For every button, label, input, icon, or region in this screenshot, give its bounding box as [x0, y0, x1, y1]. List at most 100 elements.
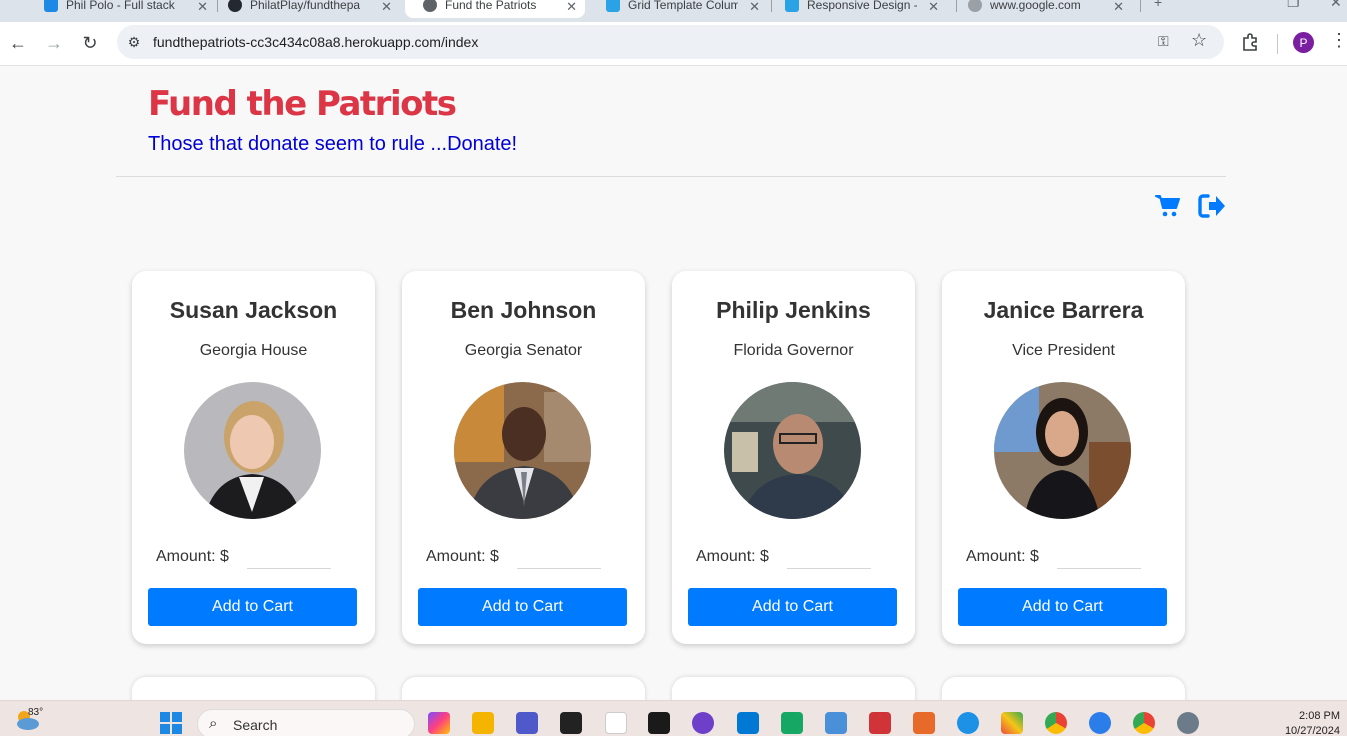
amount-label: Amount: $ [156, 548, 229, 565]
amount-input[interactable] [247, 547, 331, 569]
teams-icon[interactable] [516, 712, 538, 734]
system-clock[interactable]: 2:08 PM 10/27/2024 [1270, 709, 1340, 736]
notepad-icon[interactable] [825, 712, 847, 734]
tab-5[interactable]: Responsive Design - ✕ [767, 0, 947, 18]
sheets-icon[interactable] [781, 712, 803, 734]
close-icon[interactable]: ✕ [749, 0, 760, 15]
restore-icon[interactable]: ❐ [1287, 0, 1300, 11]
amount-label: Amount: $ [696, 548, 769, 565]
tab-3-title: Fund the Patriots [445, 0, 537, 12]
candidate-card: Philip Jenkins Florida Governor Amount: … [672, 271, 915, 644]
tab-6-title: www.google.com [990, 0, 1081, 12]
weather-temperature: 83° [28, 707, 44, 718]
close-icon[interactable]: ✕ [566, 0, 577, 15]
shopping-cart-icon[interactable] [1155, 193, 1181, 219]
logout-icon[interactable] [1198, 193, 1226, 219]
chrome-icon[interactable] [1045, 712, 1067, 734]
app-blue-icon[interactable] [1089, 712, 1111, 734]
tab-5-title: Responsive Design - [807, 0, 917, 12]
tab-3-active[interactable]: Fund the Patriots ✕ [405, 0, 585, 18]
new-tab-icon[interactable]: + [1154, 0, 1162, 10]
candidate-card: Ben Johnson Georgia Senator Amount: $ Ad… [402, 271, 645, 644]
forward-arrow-icon[interactable]: → [42, 31, 66, 55]
profile-avatar[interactable]: P [1293, 32, 1314, 53]
amount-label: Amount: $ [426, 548, 499, 565]
tab-1[interactable]: Phil Polo - Full stack ✕ [26, 0, 216, 18]
candidate-photo [994, 382, 1131, 519]
site-title: Fund the Patriots [148, 84, 457, 124]
amount-input[interactable] [787, 547, 871, 569]
url-text[interactable]: fundthepatriots-cc3c434c08a8.herokuapp.c… [153, 34, 478, 50]
menu-dots-icon[interactable]: ⋮ [1330, 30, 1347, 51]
add-to-cart-button[interactable]: Add to Cart [418, 588, 627, 626]
chrome-icon[interactable] [1133, 712, 1155, 734]
intellij-icon[interactable] [648, 712, 670, 734]
portfolio-favicon-icon [44, 0, 58, 12]
candidate-name: Ben Johnson [450, 297, 597, 323]
github-icon [228, 0, 242, 12]
taskbar-search-label: Search [233, 717, 278, 733]
git-icon[interactable] [1001, 712, 1023, 734]
terminal-icon[interactable] [560, 712, 582, 734]
copilot-icon[interactable] [428, 712, 450, 734]
close-icon[interactable]: ✕ [197, 0, 208, 15]
browser-toolbar: ← → ↻ ⚙ fundthepatriots-cc3c434c08a8.her… [0, 22, 1347, 66]
docker-icon[interactable] [957, 712, 979, 734]
close-icon[interactable]: ✕ [928, 0, 939, 15]
settings-app-icon[interactable] [869, 712, 891, 734]
windows-taskbar: 83° ⌕ Search 2:08 PM 10/27/2024 [0, 700, 1347, 736]
tab-4-title: Grid Template Colum [628, 0, 738, 12]
weather-widget[interactable]: 83° [14, 707, 44, 731]
address-bar[interactable]: ⚙ fundthepatriots-cc3c434c08a8.herokuapp… [117, 25, 1224, 59]
add-to-cart-button[interactable]: Add to Cart [688, 588, 897, 626]
candidate-photo [184, 382, 321, 519]
candidate-photo [724, 382, 861, 519]
tab-6[interactable]: www.google.com ✕ [950, 0, 1132, 18]
clock-time: 2:08 PM [1299, 710, 1340, 722]
amount-input[interactable] [517, 547, 601, 569]
candidate-name: Susan Jackson [169, 297, 338, 323]
clock-date: 10/27/2024 [1284, 725, 1340, 736]
candidate-photo [454, 382, 591, 519]
tab-4[interactable]: Grid Template Colum ✕ [588, 0, 768, 18]
mongodb-icon[interactable] [605, 712, 627, 734]
file-explorer-icon[interactable] [472, 712, 494, 734]
taskbar-search[interactable]: ⌕ Search [197, 709, 415, 736]
search-icon: ⌕ [209, 715, 218, 732]
site-tagline: Those that donate seem to rule ...Donate… [148, 133, 518, 155]
w3schools-icon [785, 0, 799, 12]
gear-icon[interactable] [1177, 712, 1199, 734]
site-info-icon[interactable]: ⚙ [123, 31, 145, 53]
globe-icon [423, 0, 437, 12]
vscode-icon[interactable] [737, 712, 759, 734]
reload-icon[interactable]: ↻ [78, 31, 102, 55]
add-to-cart-button[interactable]: Add to Cart [148, 588, 357, 626]
tab-2-title: PhilatPlay/fundthepat [250, 0, 360, 12]
password-key-icon[interactable]: ⚿ [1158, 33, 1169, 50]
candidate-role: Georgia Senator [464, 342, 583, 359]
candidate-role: Vice President [1012, 342, 1115, 359]
amount-label: Amount: $ [966, 548, 1039, 565]
close-icon[interactable]: ✕ [381, 0, 392, 15]
extensions-icon[interactable] [1240, 32, 1260, 52]
add-to-cart-button[interactable]: Add to Cart [958, 588, 1167, 626]
github-desktop-icon[interactable] [692, 712, 714, 734]
candidate-role: Florida Governor [733, 342, 854, 359]
bookmark-star-icon[interactable]: ☆ [1191, 30, 1207, 51]
candidate-card: Susan Jackson Georgia House Amount: $ Ad… [132, 271, 375, 644]
w3schools-icon [606, 0, 620, 12]
windows-start-icon[interactable] [160, 712, 182, 734]
header-divider [116, 176, 1226, 177]
candidate-name: Philip Jenkins [716, 297, 871, 323]
candidate-card: Janice Barrera Vice President Amount: $ … [942, 271, 1185, 644]
globe-icon [968, 0, 982, 12]
tab-2[interactable]: PhilatPlay/fundthepat ✕ [210, 0, 400, 18]
close-window-icon[interactable]: ✕ [1330, 0, 1342, 11]
amount-input[interactable] [1057, 547, 1141, 569]
candidate-name: Janice Barrera [983, 297, 1144, 323]
candidate-role: Georgia House [199, 342, 308, 359]
close-icon[interactable]: ✕ [1113, 0, 1124, 15]
tab-1-title: Phil Polo - Full stack [66, 0, 175, 12]
snipping-tool-icon[interactable] [913, 712, 935, 734]
back-arrow-icon[interactable]: ← [6, 31, 30, 55]
